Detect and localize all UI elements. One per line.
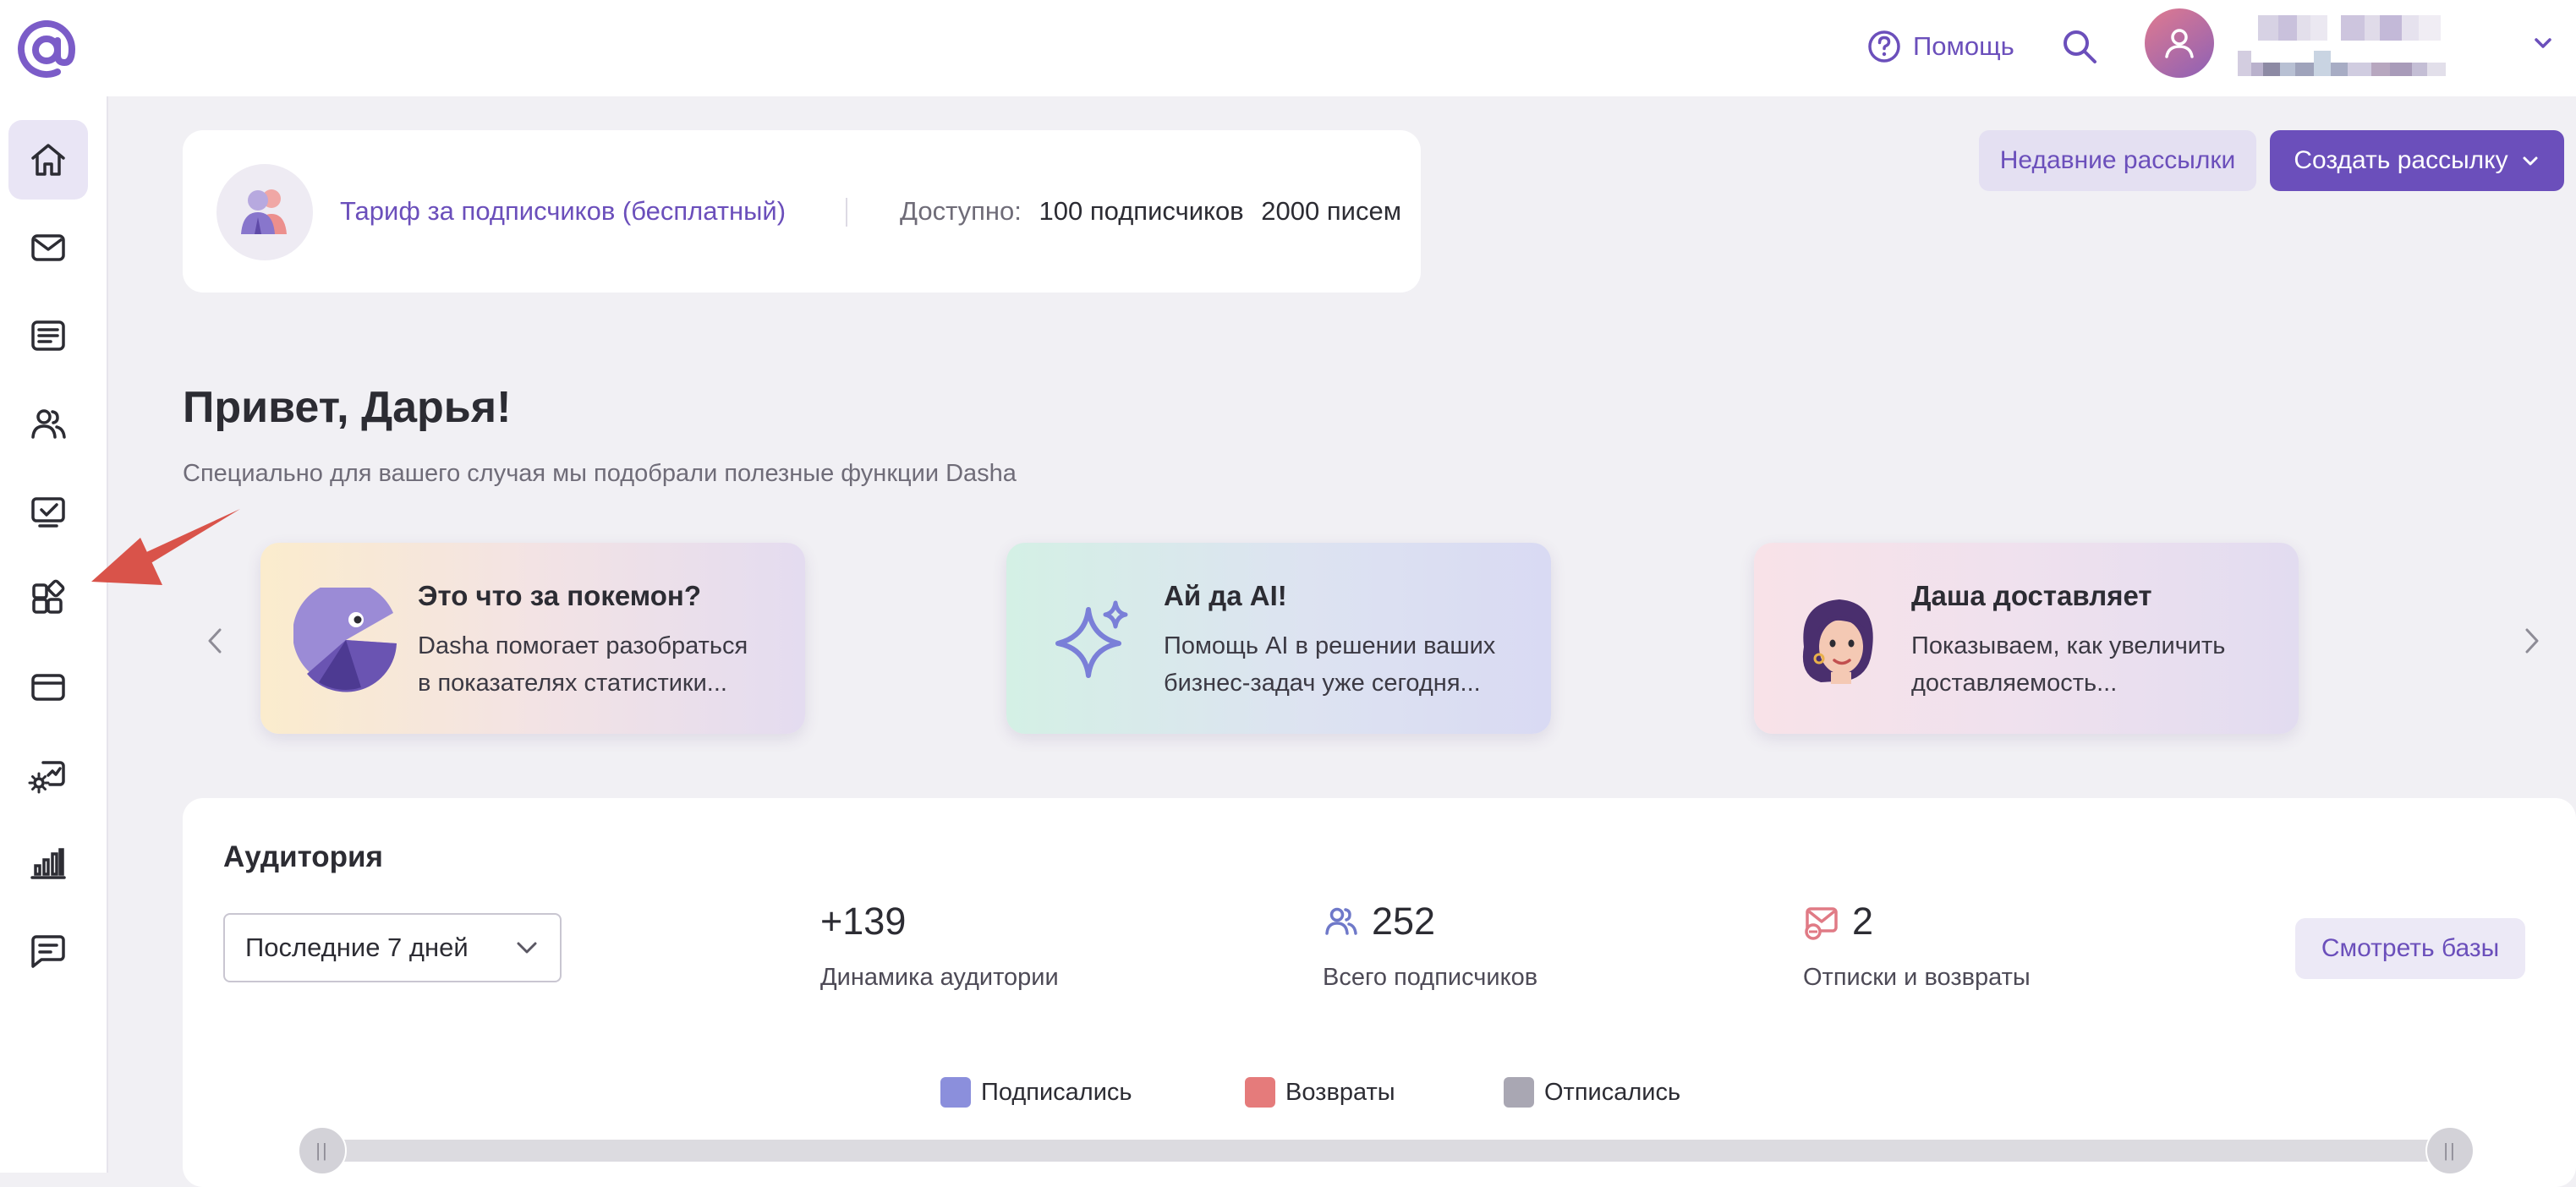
account-name-blurred[interactable]: [2233, 12, 2483, 79]
sidebar-item-home[interactable]: [8, 120, 88, 200]
carousel-prev-button[interactable]: [200, 626, 230, 656]
users-icon: [1325, 907, 1357, 935]
date-range-track[interactable]: [301, 1140, 2449, 1162]
view-bases-button[interactable]: Смотреть базы: [2295, 918, 2525, 979]
bar-chart-icon: [30, 848, 66, 879]
create-mailing-label: Создать рассылку: [2294, 146, 2508, 174]
range-handle-start[interactable]: ||: [298, 1126, 347, 1175]
users-icon: [31, 409, 66, 439]
legend-subscribed[interactable]: Подписались: [940, 1077, 1132, 1108]
period-select[interactable]: Последние 7 дней: [223, 913, 562, 982]
stat-unsubscribes-label: Отписки и возвраты: [1803, 964, 2031, 991]
pacman-icon: [291, 585, 401, 695]
create-mailing-button[interactable]: Создать рассылку: [2270, 130, 2564, 191]
legend-swatch: [1245, 1077, 1275, 1108]
card-icon: [31, 674, 65, 701]
subscribers-count: 100: [1039, 196, 1083, 226]
stat-total-value: 252: [1323, 900, 1435, 944]
promo-card-title: Даша доставляет: [1911, 580, 2152, 611]
tariff-card: Тариф за подписчиков (бесплатный) Доступ…: [183, 130, 1421, 293]
promo-card-text: Помощь AI в решении ваших бизнес-задач у…: [1164, 632, 1496, 697]
divider: [846, 198, 847, 227]
chevron-down-icon: [517, 942, 537, 954]
home-icon: [31, 144, 65, 176]
promo-card-ai[interactable]: Ай да AI! Помощь AI в решении ваших бизн…: [1006, 543, 1551, 734]
envelope-icon: [31, 234, 65, 261]
account-menu-toggle[interactable]: [2529, 29, 2557, 57]
legend-bounces[interactable]: Возвраты: [1245, 1077, 1395, 1108]
screen-gear-icon: [28, 761, 65, 794]
screen-check-icon: [31, 497, 65, 528]
user-avatar[interactable]: [2145, 8, 2214, 78]
sidebar: [0, 96, 108, 1173]
legend-swatch: [940, 1077, 971, 1108]
legend-swatch: [1504, 1077, 1534, 1108]
stat-dynamics-value: +139: [820, 900, 907, 943]
woman-avatar-icon: [1784, 585, 1894, 695]
audience-title: Аудитория: [223, 840, 383, 873]
sidebar-item-integrations[interactable]: [8, 560, 88, 639]
help-link[interactable]: Помощь: [1867, 25, 2014, 68]
promo-card-title: Ай да AI!: [1164, 580, 1287, 611]
stat-dynamics-label: Динамика аудитории: [820, 964, 1059, 991]
chevron-left-icon: [208, 628, 222, 654]
sidebar-item-contacts[interactable]: [8, 384, 88, 463]
range-handle-end[interactable]: ||: [2425, 1126, 2475, 1175]
sidebar-item-payments[interactable]: [8, 648, 88, 727]
available-label: Доступно:: [900, 196, 1022, 226]
letters-label: писем: [1326, 196, 1402, 226]
promo-card-title: Это что за покемон?: [418, 580, 701, 611]
period-select-value: Последние 7 дней: [245, 933, 469, 962]
legend-unsubscribed[interactable]: Отписались: [1504, 1077, 1680, 1108]
widgets-icon: [32, 579, 65, 614]
user-icon: [2165, 29, 2194, 58]
promo-card-deliverability[interactable]: Даша доставляет Показываем, как увеличит…: [1754, 543, 2299, 734]
carousel-next-button[interactable]: [2517, 626, 2547, 656]
promo-card-text: Показываем, как увеличить доставляемость…: [1911, 632, 2226, 697]
subscribers-label: подписчиков: [1089, 196, 1244, 226]
promo-card-statistics[interactable]: Это что за покемон? Dasha помогает разоб…: [260, 543, 805, 734]
chevron-right-icon: [2525, 628, 2539, 654]
chevron-down-icon: [2523, 156, 2538, 166]
tariff-users-icon: [216, 164, 313, 260]
audience-panel: Аудитория Последние 7 дней +139 Динамика…: [183, 798, 2576, 1187]
help-label: Помощь: [1913, 31, 2014, 61]
sidebar-item-statistics[interactable]: [8, 823, 88, 903]
chevron-down-icon: [2535, 38, 2551, 48]
annotation-arrow-icon: [91, 509, 240, 585]
tariff-availability: Доступно: 100 подписчиков 2000 писем: [900, 196, 1401, 227]
sidebar-item-chat[interactable]: [8, 911, 88, 991]
mail-bounce-icon: [1805, 907, 1838, 940]
page-subtitle: Специально для вашего случая мы подобрал…: [183, 460, 1017, 487]
brand-logo-icon[interactable]: [17, 20, 76, 79]
sidebar-item-automation[interactable]: [8, 472, 88, 551]
search-button[interactable]: [2057, 24, 2102, 69]
search-icon: [2064, 30, 2096, 63]
sparkle-icon: [1037, 585, 1147, 695]
sidebar-item-mailings[interactable]: [8, 208, 88, 287]
letters-count: 2000: [1261, 196, 1320, 226]
recent-mailings-button[interactable]: Недавние рассылки: [1979, 130, 2256, 191]
page-title: Привет, Дарья!: [183, 383, 512, 432]
tariff-link[interactable]: Тариф за подписчиков (бесплатный): [340, 196, 786, 227]
chat-icon: [31, 935, 65, 968]
help-circle-icon: [1868, 30, 1900, 63]
promo-card-text: Dasha помогает разобраться в показателях…: [418, 632, 748, 697]
sidebar-item-settings[interactable]: [8, 736, 88, 815]
document-lines-icon: [31, 320, 65, 351]
sidebar-item-templates[interactable]: [8, 296, 88, 375]
stat-unsubscribes-value: 2: [1803, 900, 1873, 944]
stat-total-label: Всего подписчиков: [1323, 964, 1538, 991]
